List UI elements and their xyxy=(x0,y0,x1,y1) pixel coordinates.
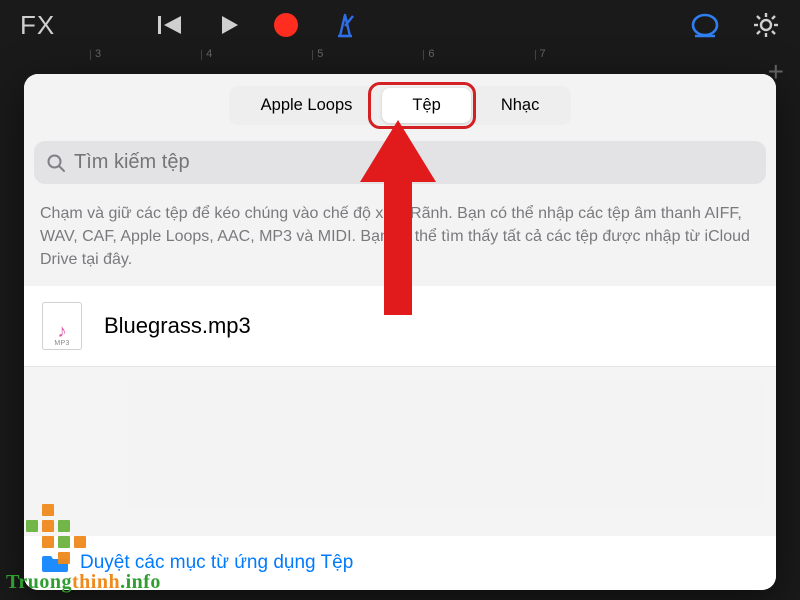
file-name-label: Bluegrass.mp3 xyxy=(104,313,251,339)
segmented-control-wrap: Apple Loops Tệp Nhạc xyxy=(24,74,776,139)
prev-track-button[interactable] xyxy=(157,14,185,36)
ruler-tick: 7 xyxy=(535,50,546,60)
loop-browser-button[interactable] xyxy=(690,12,720,38)
file-list: ♪ MP3 Bluegrass.mp3 xyxy=(24,286,776,367)
play-button[interactable] xyxy=(217,13,241,37)
watermark-logo xyxy=(26,504,86,564)
loop-browser-popover: Apple Loops Tệp Nhạc Chạm và giữ các tệp… xyxy=(24,74,776,590)
tab-apple-loops[interactable]: Apple Loops xyxy=(231,88,383,123)
file-ext-label: MP3 xyxy=(54,340,69,347)
search-input[interactable] xyxy=(74,151,754,174)
popover-caret xyxy=(696,74,720,76)
file-row[interactable]: ♪ MP3 Bluegrass.mp3 xyxy=(24,286,776,367)
ruler-tick: 6 xyxy=(423,50,434,60)
ruler-tick: 3 xyxy=(90,50,101,60)
search-field[interactable] xyxy=(34,141,766,184)
tab-music[interactable]: Nhạc xyxy=(471,88,570,123)
timeline-ruler: 3 4 5 6 7 xyxy=(0,50,800,66)
segmented-control: Apple Loops Tệp Nhạc xyxy=(229,86,572,125)
hint-text: Chạm và giữ các tệp để kéo chúng vào chế… xyxy=(24,196,776,286)
transport-toolbar: FX xyxy=(0,0,800,50)
ruler-tick: 5 xyxy=(312,50,323,60)
search-icon xyxy=(46,153,66,173)
empty-area xyxy=(24,367,776,536)
ruler-tick: 4 xyxy=(201,50,212,60)
watermark-text: Truongthinh.info xyxy=(6,571,161,594)
metronome-icon[interactable] xyxy=(331,12,359,38)
fx-button[interactable]: FX xyxy=(20,10,55,41)
record-button[interactable] xyxy=(273,12,299,38)
tab-files[interactable]: Tệp xyxy=(382,88,470,123)
settings-gear-icon[interactable] xyxy=(752,11,780,39)
audio-file-icon: ♪ MP3 xyxy=(42,302,82,350)
music-note-icon: ♪ xyxy=(58,322,67,340)
search-container xyxy=(24,139,776,196)
